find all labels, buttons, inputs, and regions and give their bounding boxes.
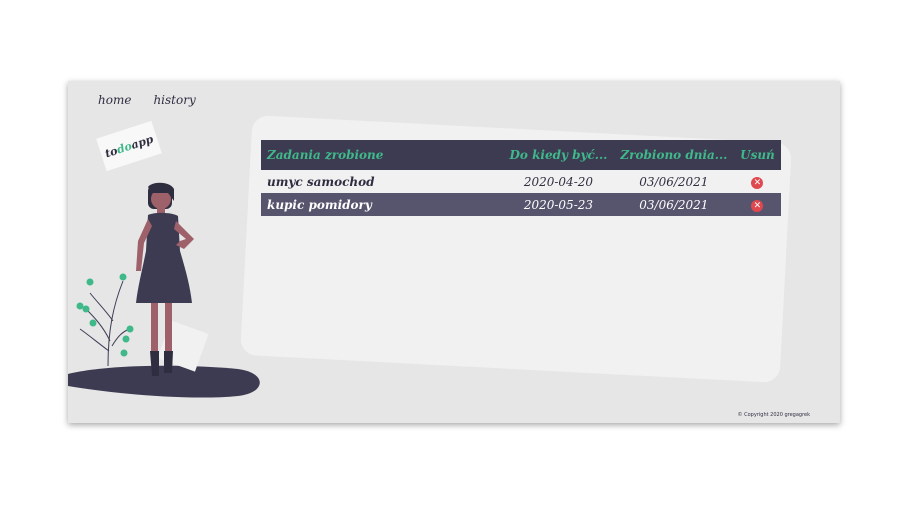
header-due: Do kiedy być... [503, 140, 614, 170]
header-task: Zadania zrobione [261, 140, 503, 170]
delete-cell: ✕ [734, 170, 781, 193]
header-delete: Usuń [733, 140, 781, 170]
delete-cell: ✕ [733, 193, 781, 216]
task-name-cell: umyc samochod [267, 174, 375, 189]
ground-shadow [68, 365, 260, 398]
completed-tasks-table: Zadania zrobione Do kiedy być... Zrobion… [261, 140, 781, 216]
task-name-cell: kupic pomidory [261, 193, 503, 216]
header-done: Zrobiono dnia... [613, 140, 734, 170]
done-date-cell: 03/06/2021 [613, 193, 734, 216]
done-date-cell: 03/06/2021 [639, 174, 709, 189]
due-date-cell: 2020-04-20 [523, 174, 594, 189]
delete-icon[interactable]: ✕ [751, 177, 764, 189]
due-date-cell: 2020-05-23 [503, 193, 614, 216]
plant-leaves [76, 273, 134, 357]
table-header-row: Zadania zrobione Do kiedy być... Zrobion… [261, 140, 781, 170]
copyright-footer: © Copyright 2020 gregagrek [737, 412, 810, 418]
table-row: kupic pomidory 2020-05-23 03/06/2021 ✕ [261, 193, 781, 216]
woman-illustration [68, 182, 260, 398]
app-window: home history to do app Zadania zrobione … [68, 81, 840, 423]
table-row: umyc samochod 2020-04-20 03/06/2021 ✕ [261, 170, 781, 193]
delete-icon[interactable]: ✕ [751, 200, 764, 212]
